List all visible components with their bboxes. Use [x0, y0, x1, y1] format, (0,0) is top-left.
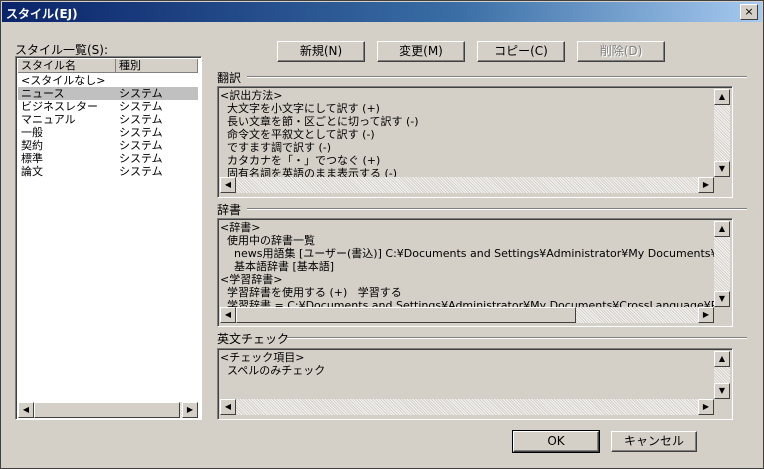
style-name-cell: 一般	[21, 126, 43, 139]
scroll-left-icon[interactable]: ◀	[220, 307, 236, 323]
scroll-up-icon[interactable]: ▲	[714, 351, 730, 367]
style-name-cell: 論文	[21, 165, 43, 178]
new-button[interactable]: 新規(N)	[277, 41, 365, 62]
scroll-right-icon[interactable]: ▶	[698, 399, 714, 415]
style-type-cell: システム	[119, 87, 163, 100]
text-line: 基本語辞書 [基本語]	[220, 260, 335, 273]
list-item[interactable]: 一般 システム	[18, 126, 198, 139]
text-line: <チェック項目>	[220, 351, 305, 364]
translation-settings-text: <訳出方法> 大文字を小文字にして訳す (+) 長い文章を節・区ごとに切って訳す…	[220, 89, 714, 179]
list-item[interactable]: 標準 システム	[18, 152, 198, 165]
style-name-cell: 標準	[21, 152, 43, 165]
scroll-down-icon[interactable]: ▼	[714, 291, 730, 307]
text-line: 学習辞書を使用する (+) 学習する	[220, 286, 402, 299]
text-line: スペルのみチェック	[220, 364, 326, 377]
translation-hscrollbar[interactable]	[220, 177, 714, 193]
dictionary-hscroll-thumb[interactable]	[236, 307, 576, 323]
text-line: ですます調で訳す (-)	[220, 141, 332, 154]
column-header-style-name[interactable]: スタイル名	[18, 59, 116, 73]
translation-settings-box[interactable]: <訳出方法> 大文字を小文字にして訳す (+) 長い文章を節・区ごとに切って訳す…	[217, 86, 733, 198]
style-type-cell: システム	[119, 126, 163, 139]
style-list-hscroll-thumb[interactable]	[34, 402, 180, 418]
column-header-type[interactable]: 種別	[116, 59, 198, 73]
delete-button: 削除(D)	[577, 41, 665, 62]
text-line: <学習辞書>	[220, 273, 283, 286]
style-name-cell: マニュアル	[21, 113, 76, 126]
text-line: news用語集 [ユーザー(書込)] C:¥Documents and Sett…	[233, 247, 714, 260]
scroll-down-icon[interactable]: ▼	[714, 161, 730, 177]
style-name-cell: 契約	[21, 139, 43, 152]
scroll-right-icon[interactable]: ▶	[698, 177, 714, 193]
list-item[interactable]: 契約 システム	[18, 139, 198, 152]
close-button[interactable]: ×	[740, 4, 758, 20]
dictionary-divider	[247, 208, 747, 210]
translation-group-label: 翻訳	[217, 71, 242, 85]
style-name-cell: <スタイルなし>	[21, 74, 106, 87]
style-type-cell: システム	[119, 113, 163, 126]
text-line: <訳出方法>	[220, 89, 283, 102]
scroll-left-icon[interactable]: ◀	[18, 402, 34, 418]
text-line: 命令文を平叙文として訳す (-)	[220, 128, 375, 141]
text-line: 使用中の辞書一覧	[220, 234, 315, 247]
text-line: 大文字を小文字にして訳す (+)	[220, 102, 380, 115]
cancel-button[interactable]: キャンセル	[611, 431, 697, 452]
scroll-right-icon[interactable]: ▶	[698, 307, 714, 323]
dictionary-settings-box[interactable]: <辞書> 使用中の辞書一覧 news用語集 [ユーザー(書込)] C:¥Docu…	[217, 218, 733, 327]
scroll-down-icon[interactable]: ▼	[714, 383, 730, 399]
dialog-title: スタイル(EJ)	[6, 7, 78, 21]
translation-divider	[247, 76, 747, 78]
ok-button[interactable]: OK	[512, 430, 600, 453]
spellcheck-hscrollbar[interactable]	[220, 399, 714, 415]
spellcheck-group-label: 英文チェック	[217, 332, 290, 346]
style-dialog: スタイル(EJ) × スタイル一覧(S): スタイル名 種別 <スタイルなし> ニ…	[0, 0, 764, 469]
list-item[interactable]: <スタイルなし>	[18, 74, 198, 87]
scroll-left-icon[interactable]: ◀	[220, 399, 236, 415]
style-type-cell: システム	[119, 100, 163, 113]
style-list[interactable]: スタイル名 種別 <スタイルなし> ニュース システム ビジネスレター システム マニュア…	[15, 56, 202, 420]
copy-button[interactable]: コピー(C)	[477, 41, 565, 62]
scroll-up-icon[interactable]: ▲	[714, 89, 730, 105]
spellcheck-divider	[287, 337, 747, 339]
style-name-cell: ニュース	[21, 87, 65, 100]
title-bar[interactable]: スタイル(EJ) ×	[2, 2, 762, 22]
spellcheck-settings-text: <チェック項目> スペルのみチェック	[220, 351, 714, 401]
style-type-cell: システム	[119, 139, 163, 152]
dictionary-group-label: 辞書	[217, 203, 242, 217]
spellcheck-settings-box[interactable]: <チェック項目> スペルのみチェック ▲ ▼ ◀ ▶	[217, 348, 733, 420]
list-item[interactable]: ニュース システム	[18, 87, 198, 100]
dictionary-settings-text: <辞書> 使用中の辞書一覧 news用語集 [ユーザー(書込)] C:¥Docu…	[220, 221, 714, 309]
scroll-left-icon[interactable]: ◀	[220, 177, 236, 193]
list-item[interactable]: ビジネスレター システム	[18, 100, 198, 113]
style-type-cell: システム	[119, 165, 163, 178]
style-name-cell: ビジネスレター	[21, 100, 98, 113]
text-line: カタカナを「・」でつなぐ (+)	[220, 154, 381, 167]
edit-button[interactable]: 変更(M)	[377, 41, 465, 62]
text-line: <辞書>	[220, 221, 261, 234]
scroll-up-icon[interactable]: ▲	[714, 221, 730, 237]
list-item[interactable]: 論文 システム	[18, 165, 198, 178]
style-type-cell: システム	[119, 152, 163, 165]
scroll-right-icon[interactable]: ▶	[182, 402, 198, 418]
list-item[interactable]: マニュアル システム	[18, 113, 198, 126]
text-line: 長い文章を節・区ごとに切って訳す (-)	[220, 115, 419, 128]
